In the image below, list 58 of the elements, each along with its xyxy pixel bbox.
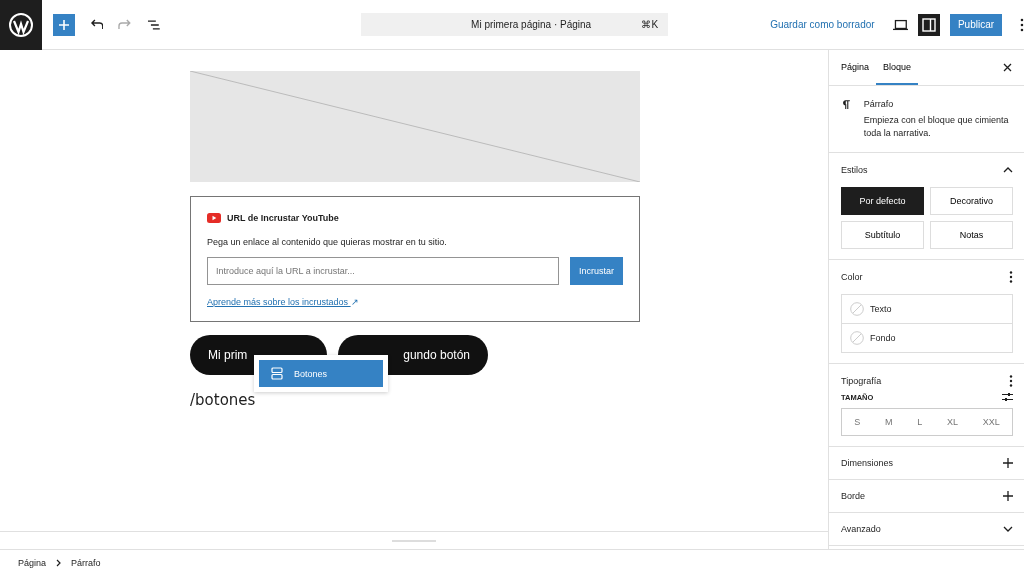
suggestion-item[interactable]: Botones: [259, 360, 383, 387]
size-option[interactable]: XXL: [976, 409, 1006, 436]
more-options-icon[interactable]: [1009, 271, 1013, 284]
settings-toggle[interactable]: [918, 13, 940, 36]
list-view-icon[interactable]: [147, 18, 161, 31]
size-option[interactable]: L: [911, 409, 929, 436]
breadcrumb-item[interactable]: Párrafo: [71, 558, 101, 568]
color-item[interactable]: Texto: [842, 295, 1012, 324]
chevron-icon: [56, 559, 62, 567]
more-options-icon[interactable]: [1009, 375, 1013, 388]
close-icon[interactable]: [1003, 63, 1012, 72]
size-option[interactable]: M: [879, 409, 899, 436]
plus-icon[interactable]: [1003, 458, 1013, 469]
document-bar[interactable]: Mi primera página · Página ⌘K: [360, 13, 669, 36]
wordpress-logo[interactable]: [0, 0, 42, 50]
color-item[interactable]: Fondo: [842, 323, 1012, 353]
block-description: Empieza con el bloque que cimienta toda la narrativa.: [863, 114, 1010, 141]
publish-button[interactable]: Publicar: [949, 13, 1003, 36]
plus-icon[interactable]: [1003, 491, 1013, 502]
section-title: Borde: [841, 491, 866, 502]
sidebar-tab[interactable]: Página: [834, 50, 877, 85]
learn-more-link[interactable]: Aprende más sobre los incrustados ↗: [207, 297, 359, 307]
style-option[interactable]: Subtítulo: [841, 221, 924, 250]
no-color-icon: [850, 302, 864, 317]
buttons-block-icon: [271, 367, 283, 380]
size-option[interactable]: S: [848, 409, 867, 436]
undo-icon[interactable]: [89, 18, 104, 31]
no-color-icon: [850, 331, 864, 346]
section-title: Dimensiones: [841, 458, 894, 469]
section-title: Color: [841, 272, 863, 283]
section-title: Avanzado: [841, 524, 881, 535]
more-options-icon[interactable]: [1020, 17, 1024, 32]
style-option[interactable]: Por defecto: [841, 187, 924, 216]
video-icon: [207, 213, 221, 223]
resize-handle[interactable]: [392, 539, 436, 542]
style-option[interactable]: Decorativo: [930, 187, 1013, 216]
section-title: Estilos: [841, 165, 868, 176]
paragraph-icon: [843, 98, 850, 111]
breadcrumb-item[interactable]: Página: [18, 558, 47, 568]
embed-button[interactable]: Incrustar: [570, 257, 623, 285]
style-option[interactable]: Notas: [930, 221, 1013, 250]
chevron-icon[interactable]: [1003, 526, 1013, 533]
embed-title: URL de Incrustar YouTube: [227, 213, 339, 223]
add-block-button[interactable]: [53, 13, 75, 36]
save-draft-link[interactable]: Guardar como borrador: [770, 19, 875, 30]
slash-command-text: /botones: [190, 391, 257, 409]
chevron-icon[interactable]: [1003, 167, 1013, 174]
url-input-field[interactable]: Introduce aquí la URL a incrustar...: [207, 257, 559, 285]
document-title: Mi primera página · Página: [470, 19, 593, 30]
plus-icon: [57, 18, 70, 31]
sliders-icon[interactable]: [1002, 392, 1013, 403]
sidebar-tab[interactable]: Bloque: [876, 50, 919, 85]
laptop-icon[interactable]: [892, 18, 909, 31]
shortcut-hint: ⌘K: [641, 19, 659, 30]
embed-description: Pega un enlace al contenido que quieras mostrar en tu sitio.: [207, 237, 448, 247]
section-title: Tipografía: [841, 376, 882, 387]
block-name: Párrafo: [863, 98, 895, 111]
size-option[interactable]: XL: [940, 409, 964, 436]
